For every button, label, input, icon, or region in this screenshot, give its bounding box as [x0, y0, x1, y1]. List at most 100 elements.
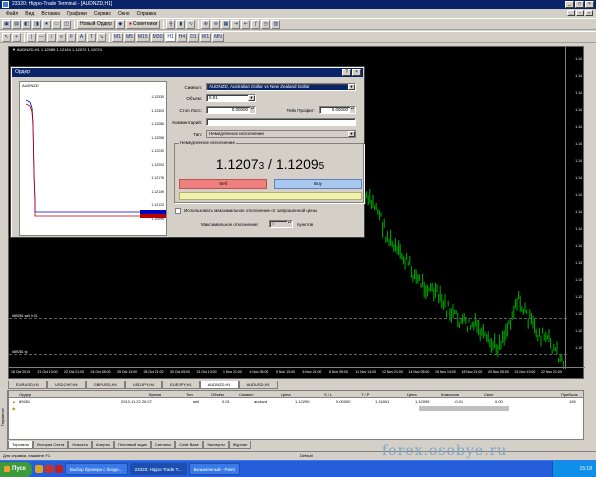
chart-tab[interactable]: EURUSD,H1	[8, 381, 48, 389]
experts-button[interactable]: ● Советники	[125, 19, 161, 29]
col-price[interactable]: Цена	[281, 391, 291, 398]
col-swap[interactable]: Своп	[484, 391, 493, 398]
col-volume[interactable]: Объём	[211, 391, 224, 398]
crosshair-icon[interactable]: +	[12, 32, 21, 42]
tf-m15[interactable]: M15	[135, 32, 150, 42]
close-order-button[interactable]	[179, 192, 362, 200]
chart-shift-icon[interactable]: ⇤	[241, 19, 251, 29]
mdi-close-button[interactable]: ×	[585, 10, 593, 16]
chart-tab[interactable]: AUDNZD,H1	[199, 381, 239, 389]
col-tp[interactable]: T / P	[361, 391, 369, 398]
vline-icon[interactable]: |	[27, 32, 36, 42]
terminal-tab[interactable]: Торговля	[8, 441, 33, 449]
col-commission[interactable]: Комиссия	[441, 391, 459, 398]
data-window-icon[interactable]: ◨	[32, 19, 41, 29]
close-button[interactable]: ×	[585, 1, 594, 8]
new-chart-icon[interactable]: ▣	[2, 19, 11, 29]
max-deviation-input[interactable]: 0 ▴▾	[269, 220, 293, 228]
stoploss-input[interactable]: 0.00000 ▴▾	[206, 106, 256, 114]
yandex-icon[interactable]	[54, 465, 63, 473]
trendline-icon[interactable]: /	[47, 32, 56, 42]
chart-tab[interactable]: USDJPY,H4	[124, 381, 163, 389]
explorer-icon[interactable]	[34, 465, 43, 473]
sell-button[interactable]: Sell	[179, 179, 267, 189]
cursor-icon[interactable]: ↖	[2, 32, 11, 42]
new-order-button[interactable]: Новый Ордер	[77, 19, 115, 29]
taskbar-item-browser[interactable]: Выбор брокера с безде...	[64, 463, 128, 475]
terminal-tab[interactable]: Code Base	[175, 441, 203, 449]
col-time[interactable]: Время	[149, 391, 161, 398]
mdi-minimize-button[interactable]: _	[567, 10, 575, 16]
fibo-icon[interactable]: F	[67, 32, 76, 42]
metaeditor-icon[interactable]: ◆	[115, 19, 125, 29]
col-price2[interactable]: Цена	[407, 391, 417, 398]
terminal-tab[interactable]: Журнал	[228, 441, 252, 449]
tf-mn[interactable]: MN	[212, 32, 224, 42]
hline-icon[interactable]: —	[37, 32, 46, 42]
symbol-dropdown-icon[interactable]: ▼	[348, 84, 355, 90]
label-icon[interactable]: T	[87, 32, 96, 42]
opera-icon[interactable]	[44, 465, 53, 473]
tf-m30[interactable]: M30	[150, 32, 165, 42]
terminal-tab[interactable]: Новости	[68, 441, 92, 449]
periods-icon[interactable]: ◷	[261, 19, 271, 29]
tf-h1[interactable]: H1	[165, 32, 176, 42]
col-order[interactable]: Ордер	[19, 391, 31, 398]
templates-icon[interactable]: ▥	[271, 19, 281, 29]
tf-w1[interactable]: W1	[199, 32, 212, 42]
chart-tab[interactable]: GBPUSD,H4	[85, 381, 125, 389]
zoom-out-icon[interactable]: ⊖	[211, 19, 221, 29]
table-row[interactable]: ▲ 89281 2013.11.22 20:07 sell 0.01 audnz…	[9, 398, 583, 405]
profiles-icon[interactable]: ▤	[12, 19, 21, 29]
takeprofit-input[interactable]: 0.00000 ▴▾	[319, 106, 356, 114]
deviation-checkbox[interactable]	[175, 208, 181, 214]
taskbar-item-terminal[interactable]: 23320: Hippo-Trade T...	[129, 463, 187, 475]
minimize-button[interactable]: _	[565, 1, 574, 8]
menu-help[interactable]: Справка	[137, 11, 157, 17]
taskbar-item-paint[interactable]: Безымянный - Paint	[188, 463, 240, 475]
terminal-tab[interactable]: Алерты	[91, 441, 114, 449]
menu-insert[interactable]: Вставка	[41, 11, 60, 17]
buy-button[interactable]: Buy	[274, 179, 362, 189]
bar-chart-icon[interactable]: ╫	[166, 19, 176, 29]
line-chart-icon[interactable]: ∿	[186, 19, 196, 29]
channel-icon[interactable]: ≡	[57, 32, 66, 42]
zoom-in-icon[interactable]: ⊕	[201, 19, 211, 29]
terminal-tab[interactable]: Почтовый ящик	[113, 441, 151, 449]
tile-icon[interactable]: ▦	[221, 19, 231, 29]
volume-dropdown-icon[interactable]: ▼	[248, 95, 255, 101]
comment-input[interactable]	[206, 118, 356, 126]
menu-view[interactable]: Вид	[25, 11, 34, 17]
menu-window[interactable]: Окно	[118, 11, 130, 17]
volume-input[interactable]: 0.01 ▼	[206, 94, 256, 102]
col-type[interactable]: Тип	[186, 391, 193, 398]
dialog-close-button[interactable]: ×	[352, 69, 361, 76]
mdi-restore-button[interactable]: ▫	[576, 10, 584, 16]
tf-d1[interactable]: D1	[188, 32, 199, 42]
terminal-tab[interactable]: Эксперты	[202, 441, 229, 449]
col-sl[interactable]: S / L	[324, 391, 332, 398]
menu-charts[interactable]: Графики	[67, 11, 87, 17]
col-profit[interactable]: Прибыль	[561, 391, 578, 398]
col-symbol[interactable]: Символ	[239, 391, 253, 398]
dialog-help-button[interactable]: ?	[342, 69, 351, 76]
market-watch-icon[interactable]: ◧	[22, 19, 31, 29]
chart-tab[interactable]: AUDUSD,H1	[238, 381, 278, 389]
arrow-icon[interactable]: ↘	[97, 32, 106, 42]
tester-icon[interactable]: ◫	[62, 19, 71, 29]
tf-m5[interactable]: M5	[123, 32, 135, 42]
menu-tools[interactable]: Сервис	[94, 11, 111, 17]
text-icon[interactable]: A	[77, 32, 86, 42]
takeprofit-spinner-icon[interactable]: ▴▾	[350, 107, 355, 113]
chart-tab[interactable]: EURJPY,H1	[162, 381, 200, 389]
max-deviation-spinner-icon[interactable]: ▴▾	[287, 221, 292, 227]
navigator-icon[interactable]: ★	[42, 19, 51, 29]
indicators-icon[interactable]: ƒ	[251, 19, 261, 29]
candles-icon[interactable]: ▮	[176, 19, 186, 29]
maximize-button[interactable]: □	[575, 1, 584, 8]
tf-h4[interactable]: H4	[176, 32, 188, 42]
menu-file[interactable]: Файл	[6, 11, 18, 17]
type-dropdown-icon[interactable]: ▼	[348, 131, 355, 137]
terminal-tab[interactable]: Сигналы	[150, 441, 176, 449]
chart-tab[interactable]: USDCHF,H4	[47, 381, 86, 389]
